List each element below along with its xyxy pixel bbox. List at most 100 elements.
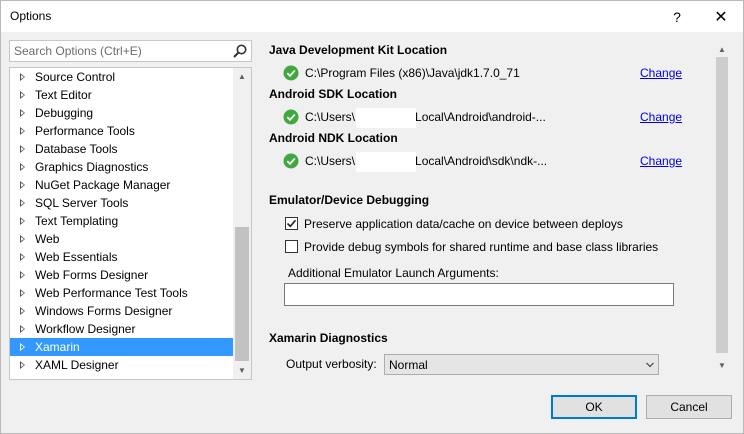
options-scroll-thumb[interactable] xyxy=(716,57,728,353)
tree-item-label: SQL Server Tools xyxy=(35,196,129,210)
tree-item[interactable]: XAML Designer xyxy=(10,356,233,374)
expand-arrow-icon[interactable] xyxy=(20,325,25,333)
search-box xyxy=(9,40,252,62)
sdk-path: C:\Users\I \AppData\Local\Android\androi… xyxy=(305,110,546,124)
preserve-data-label: Preserve application data/cache on devic… xyxy=(304,217,623,231)
expand-arrow-icon[interactable] xyxy=(20,343,25,351)
tree-item-label: Web xyxy=(35,232,60,246)
title-bar: Options ? ✕ xyxy=(1,1,743,32)
preserve-data-checkbox[interactable] xyxy=(285,217,298,230)
tree-item[interactable]: Web Forms Designer xyxy=(10,266,233,284)
tree-item-label: Debugging xyxy=(35,106,94,120)
tree-item[interactable]: Windows Forms Designer xyxy=(10,302,233,320)
tree-item-label: Source Control xyxy=(35,70,116,84)
chevron-down-icon xyxy=(646,362,654,368)
tree-item-label: Windows Forms Designer xyxy=(35,304,173,318)
tree-item-label: Graphics Diagnostics xyxy=(35,160,149,174)
close-button[interactable]: ✕ xyxy=(699,1,743,32)
search-input[interactable] xyxy=(10,41,228,61)
redacted-username xyxy=(356,152,416,172)
check-circle-icon xyxy=(283,65,299,81)
jdk-location-row: C:\Program Files (x86)\Java\jdk1.7.0_71 … xyxy=(283,64,682,82)
redacted-username xyxy=(356,108,416,128)
expand-arrow-icon[interactable] xyxy=(20,163,25,171)
tree-item[interactable]: Text Templating xyxy=(10,212,233,230)
sdk-location-row: C:\Users\I \AppData\Local\Android\androi… xyxy=(283,108,682,128)
expand-arrow-icon[interactable] xyxy=(20,109,25,117)
tree-item-label: Text Templating xyxy=(35,214,119,228)
tree-item[interactable]: Xamarin xyxy=(10,338,233,356)
tree-item[interactable]: Database Tools xyxy=(10,140,233,158)
xamarin-diagnostics-heading: Xamarin Diagnostics xyxy=(269,331,388,345)
tree-item-label: NuGet Package Manager xyxy=(35,178,171,192)
expand-arrow-icon[interactable] xyxy=(20,73,25,81)
scroll-down-icon[interactable]: ▼ xyxy=(233,362,251,379)
expand-arrow-icon[interactable] xyxy=(20,145,25,153)
tree-item[interactable]: Debugging xyxy=(10,104,233,122)
tree-item[interactable]: Web xyxy=(10,230,233,248)
debug-symbols-label: Provide debug symbols for shared runtime… xyxy=(304,240,659,254)
emulator-debugging-heading: Emulator/Device Debugging xyxy=(269,193,430,207)
tree-item[interactable]: SQL Server Tools xyxy=(10,194,233,212)
tree-item[interactable]: Web Essentials xyxy=(10,248,233,266)
expand-arrow-icon[interactable] xyxy=(20,271,25,279)
tree-item-label: Text Editor xyxy=(35,88,92,102)
emulator-args-input[interactable] xyxy=(284,283,674,306)
options-scrollbar[interactable]: ▲ ▼ xyxy=(714,41,730,374)
output-verbosity-value: Normal xyxy=(389,358,428,372)
tree-item[interactable]: Web Performance Test Tools xyxy=(10,284,233,302)
jdk-change-link[interactable]: Change xyxy=(640,66,682,80)
output-verbosity-select[interactable]: Normal xyxy=(384,354,659,375)
ndk-location-heading: Android NDK Location xyxy=(269,131,398,145)
debug-symbols-checkbox[interactable] xyxy=(285,240,298,253)
cancel-button[interactable]: Cancel xyxy=(646,395,732,419)
expand-arrow-icon[interactable] xyxy=(20,289,25,297)
tree-item[interactable]: Workflow Designer xyxy=(10,320,233,338)
tree-item-label: Web Forms Designer xyxy=(35,268,149,282)
tree-item[interactable]: Graphics Diagnostics xyxy=(10,158,233,176)
expand-arrow-icon[interactable] xyxy=(20,253,25,261)
tree-item-label: Performance Tools xyxy=(35,124,135,138)
scroll-down-icon[interactable]: ▼ xyxy=(714,357,730,374)
expand-arrow-icon[interactable] xyxy=(20,217,25,225)
ndk-path: C:\Users\I \AppData\Local\Android\sdk\nd… xyxy=(305,154,548,168)
expand-arrow-icon[interactable] xyxy=(20,91,25,99)
tree-item-label: Web Performance Test Tools xyxy=(35,286,188,300)
tree-scroll-thumb[interactable] xyxy=(235,227,249,361)
tree-item-label: Workflow Designer xyxy=(35,322,136,336)
tree-item-label: Xamarin xyxy=(35,340,80,354)
window-title: Options xyxy=(10,9,52,23)
expand-arrow-icon[interactable] xyxy=(20,127,25,135)
scroll-up-icon[interactable]: ▲ xyxy=(233,68,251,85)
options-dialog: Options ? ✕ Source Control Text Editor Deb… xyxy=(0,0,744,434)
options-tree: Source Control Text Editor Debugging Perfor… xyxy=(9,67,252,380)
expand-arrow-icon[interactable] xyxy=(20,307,25,315)
tree-item[interactable]: NuGet Package Manager xyxy=(10,176,233,194)
expand-arrow-icon[interactable] xyxy=(20,361,25,369)
sdk-location-heading: Android SDK Location xyxy=(269,87,397,101)
jdk-location-heading: Java Development Kit Location xyxy=(269,43,448,57)
help-button[interactable]: ? xyxy=(655,1,699,32)
expand-arrow-icon[interactable] xyxy=(20,181,25,189)
output-verbosity-label: Output verbosity: xyxy=(286,357,377,371)
expand-arrow-icon[interactable] xyxy=(20,199,25,207)
sdk-change-link[interactable]: Change xyxy=(640,110,682,124)
tree-item[interactable]: Source Control xyxy=(10,68,233,86)
search-icon[interactable] xyxy=(232,43,248,59)
scroll-up-icon[interactable]: ▲ xyxy=(714,41,730,58)
ok-button[interactable]: OK xyxy=(551,395,637,419)
options-tree-list: Source Control Text Editor Debugging Perfor… xyxy=(10,68,233,374)
check-circle-icon xyxy=(283,153,299,169)
jdk-path: C:\Program Files (x86)\Java\jdk1.7.0_71 xyxy=(305,66,520,80)
tree-item-label: Database Tools xyxy=(35,142,118,156)
tree-item-label: Web Essentials xyxy=(35,250,118,264)
tree-scrollbar[interactable]: ▲ ▼ xyxy=(233,68,251,379)
tree-item[interactable]: Text Editor xyxy=(10,86,233,104)
emulator-args-label: Additional Emulator Launch Arguments: xyxy=(288,266,499,280)
tree-item[interactable]: Performance Tools xyxy=(10,122,233,140)
expand-arrow-icon[interactable] xyxy=(20,235,25,243)
xamarin-options-panel: Java Development Kit Location C:\Program… xyxy=(261,37,713,377)
tree-item-label: XAML Designer xyxy=(35,358,119,372)
ndk-change-link[interactable]: Change xyxy=(640,154,682,168)
ndk-location-row: C:\Users\I \AppData\Local\Android\sdk\nd… xyxy=(283,152,682,172)
